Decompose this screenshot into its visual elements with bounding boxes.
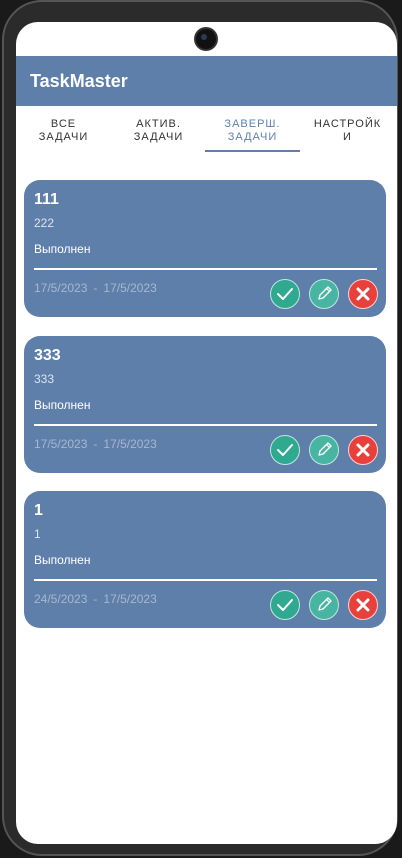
- task-description: 222: [34, 216, 55, 230]
- tab-active-tasks[interactable]: АКТИВ. ЗАДАЧИ: [111, 118, 206, 144]
- task-start-date: 17/5/2023: [34, 281, 88, 295]
- app-bar: TaskMaster: [16, 56, 397, 106]
- tab-settings[interactable]: НАСТРОЙК И: [300, 118, 395, 144]
- task-title: 1: [34, 502, 43, 519]
- pencil-icon: [318, 597, 332, 611]
- date-separator: -: [93, 437, 98, 451]
- active-tab-indicator: [205, 150, 300, 152]
- task-card[interactable]: 111 222 Выполнен 17/5/2023-17/5/2023: [24, 180, 386, 317]
- complete-button[interactable]: [270, 590, 300, 620]
- check-icon: [277, 288, 293, 300]
- close-icon: [356, 443, 370, 457]
- delete-button[interactable]: [348, 279, 378, 309]
- tab-label-line2: ЗАДАЧИ: [227, 131, 278, 143]
- close-icon: [356, 598, 370, 612]
- tab-label-line2: ЗАДАЧИ: [133, 131, 184, 143]
- task-status: Выполнен: [34, 398, 91, 412]
- task-dates: 17/5/2023-17/5/2023: [34, 281, 157, 295]
- task-status: Выполнен: [34, 553, 91, 567]
- task-description: 1: [34, 527, 41, 541]
- card-divider: [34, 268, 377, 270]
- pencil-icon: [318, 286, 332, 300]
- tab-label-line2: ЗАДАЧИ: [38, 131, 89, 143]
- close-icon: [356, 287, 370, 301]
- tab-label-line1: ВСЕ: [50, 118, 77, 130]
- date-separator: -: [93, 592, 98, 606]
- tab-label-line1: АКТИВ.: [136, 118, 181, 130]
- pencil-icon: [318, 442, 332, 456]
- tab-all-tasks[interactable]: ВСЕ ЗАДАЧИ: [16, 118, 111, 144]
- tab-completed-tasks[interactable]: ЗАВЕРШ. ЗАДАЧИ: [205, 118, 300, 144]
- task-card[interactable]: 1 1 Выполнен 24/5/2023-17/5/2023: [24, 491, 386, 628]
- task-start-date: 17/5/2023: [34, 437, 88, 451]
- task-end-date: 17/5/2023: [103, 281, 157, 295]
- edit-button[interactable]: [309, 279, 339, 309]
- task-end-date: 17/5/2023: [103, 592, 157, 606]
- task-card[interactable]: 333 333 Выполнен 17/5/2023-17/5/2023: [24, 336, 386, 473]
- edit-button[interactable]: [309, 435, 339, 465]
- card-divider: [34, 579, 377, 581]
- task-dates: 24/5/2023-17/5/2023: [34, 592, 157, 606]
- task-end-date: 17/5/2023: [103, 437, 157, 451]
- check-icon: [277, 444, 293, 456]
- task-dates: 17/5/2023-17/5/2023: [34, 437, 157, 451]
- task-start-date: 24/5/2023: [34, 592, 88, 606]
- task-description: 333: [34, 372, 55, 386]
- complete-button[interactable]: [270, 435, 300, 465]
- app-screen: TaskMaster ВСЕ ЗАДАЧИ АКТИВ. ЗАДАЧИ ЗАВЕ…: [16, 22, 397, 844]
- task-title: 111: [34, 191, 59, 208]
- delete-button[interactable]: [348, 435, 378, 465]
- complete-button[interactable]: [270, 279, 300, 309]
- edit-button[interactable]: [309, 590, 339, 620]
- delete-button[interactable]: [348, 590, 378, 620]
- app-title: TaskMaster: [30, 71, 128, 91]
- front-camera: [196, 29, 216, 49]
- tab-label-line1: НАСТРОЙК: [313, 118, 382, 130]
- card-divider: [34, 424, 377, 426]
- tab-bar: ВСЕ ЗАДАЧИ АКТИВ. ЗАДАЧИ ЗАВЕРШ. ЗАДАЧИ …: [16, 106, 397, 154]
- date-separator: -: [93, 281, 98, 295]
- tab-label-line1: ЗАВЕРШ.: [224, 118, 281, 130]
- task-status: Выполнен: [34, 242, 91, 256]
- task-title: 333: [34, 347, 61, 364]
- tab-label-line2: И: [343, 131, 352, 143]
- check-icon: [277, 599, 293, 611]
